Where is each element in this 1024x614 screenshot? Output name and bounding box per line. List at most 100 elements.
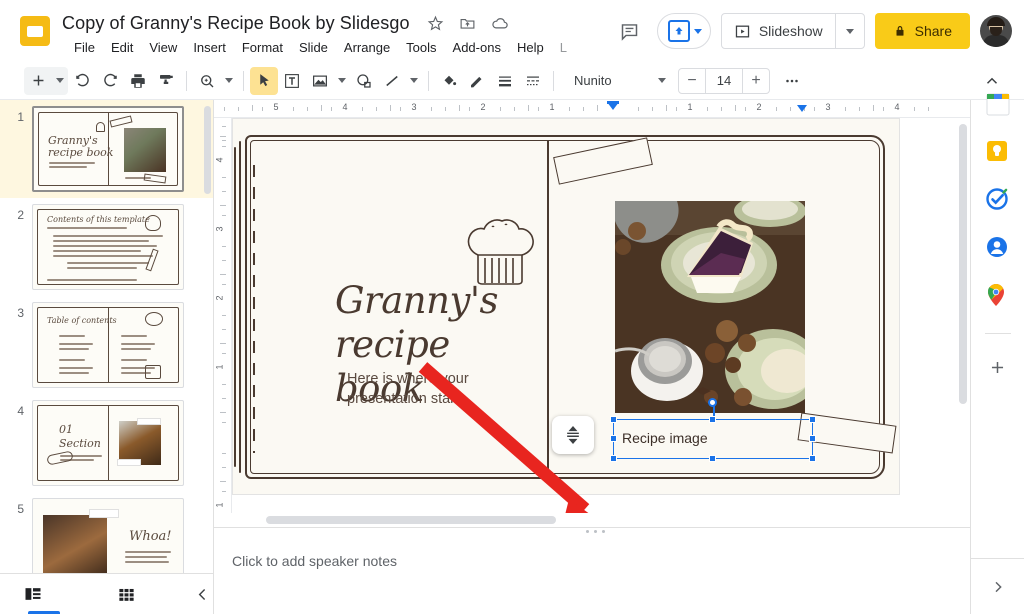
notes-splitter[interactable] [214,527,970,535]
menu-addons[interactable]: Add-ons [445,38,509,57]
cloud-saved-icon[interactable] [491,14,509,32]
resize-handle-w[interactable] [610,435,617,442]
slide-subtitle[interactable]: Here is where your presentation starts [347,369,527,409]
new-slide-button[interactable] [24,67,52,95]
google-calendar-icon[interactable] [985,91,1011,117]
text-box-button[interactable] [278,67,306,95]
menu-insert[interactable]: Insert [185,38,234,57]
resize-handle-n[interactable] [709,416,716,423]
line-button[interactable] [378,67,406,95]
slideshow-dropdown-button[interactable] [836,14,864,48]
menu-view[interactable]: View [141,38,185,57]
new-slide-dropdown[interactable] [52,67,68,95]
horizontal-ruler[interactable]: 5 4 3 2 1 1 2 3 4 [214,100,970,118]
slide-number: 2 [17,208,24,222]
canvas-hscroll[interactable] [266,516,556,524]
menu-format[interactable]: Format [234,38,291,57]
ruler-label: 4 [894,102,900,112]
border-color-button[interactable] [463,67,491,95]
undo-button[interactable] [68,67,96,95]
selected-textbox[interactable]: Recipe image [552,398,816,462]
share-button[interactable]: Share [874,13,970,49]
resize-handle-se[interactable] [809,455,816,462]
resize-handle-e[interactable] [809,435,816,442]
slide-thumbnail[interactable]: 01 Section [32,400,184,486]
menu-last-accessibility[interactable]: L [552,38,575,57]
resize-handle-ne[interactable] [809,416,816,423]
speaker-notes-panel[interactable]: Click to add speaker notes [214,535,1014,614]
collapse-rail-button[interactable] [971,558,1024,614]
speaker-notes-placeholder[interactable]: Click to add speaker notes [232,553,970,569]
current-slide[interactable]: Granny's recipe book Here is where your … [232,118,900,513]
zoom-dropdown[interactable] [221,67,237,95]
border-dash-button[interactable] [519,67,547,95]
slide-thumbnail[interactable]: Table of contents [32,302,184,388]
resize-handle-nw[interactable] [610,416,617,423]
canvas-vscroll-track [956,118,970,513]
menu-file[interactable]: File [66,38,103,57]
filmstrip-slide-2[interactable]: 2 Contents of this template [0,198,213,296]
slide-canvas[interactable]: Granny's recipe book Here is where your … [232,118,970,513]
filmstrip-slide-5[interactable]: 5 Whoa! [0,492,213,573]
comment-icon[interactable] [613,14,647,48]
left-indent-marker[interactable] [607,102,619,110]
add-addon-button[interactable] [985,354,1011,380]
filmstrip-vscroll[interactable] [204,106,211,194]
right-indent-marker[interactable] [797,105,807,112]
font-size-input[interactable]: 14 [705,68,743,93]
slide-filmstrip[interactable]: 1 Granny's recipe book 2 Contents of thi… [0,100,214,573]
present-to-meeting-button[interactable] [656,13,711,49]
rotation-handle[interactable] [708,398,717,407]
canvas-vscroll[interactable] [959,124,967,404]
insert-image-dropdown[interactable] [334,67,350,95]
star-icon[interactable] [427,14,445,32]
filmstrip-view-icon[interactable] [22,574,44,614]
menu-tools[interactable]: Tools [398,38,444,57]
select-tool-button[interactable] [250,66,278,95]
account-avatar[interactable] [980,15,1012,47]
font-family-value: Nunito [574,73,612,88]
document-title[interactable]: Copy of Granny's Recipe Book by Slidesgo [62,13,410,34]
font-size-decrease-button[interactable]: − [679,69,705,93]
resize-handle-s[interactable] [709,455,716,462]
vertical-align-popup[interactable] [552,416,594,454]
shape-button[interactable] [350,67,378,95]
filmstrip-slide-4[interactable]: 4 01 Section [0,394,213,492]
menu-arrange[interactable]: Arrange [336,38,398,57]
font-family-select[interactable]: Nunito [566,68,670,94]
more-options-button[interactable] [778,67,806,95]
google-contacts-icon[interactable] [985,235,1011,261]
menu-edit[interactable]: Edit [103,38,141,57]
google-maps-icon[interactable] [985,283,1011,309]
border-weight-button[interactable] [491,67,519,95]
resize-handle-sw[interactable] [610,455,617,462]
filmstrip-slide-3[interactable]: 3 Table of contents [0,296,213,394]
collapse-filmstrip-button[interactable] [191,574,213,614]
print-button[interactable] [124,67,152,95]
vertical-ruler[interactable]: 4 3 2 1 1 [214,118,232,513]
line-dropdown[interactable] [406,67,422,95]
slides-logo-icon[interactable] [20,16,50,46]
ruler-label: 5 [273,102,279,112]
textbox-text[interactable]: Recipe image [622,430,708,446]
slideshow-button[interactable]: Slideshow [722,14,835,48]
insert-image-button[interactable] [306,67,334,95]
slide-thumbnail[interactable]: Whoa! [32,498,184,573]
notebook-binding-1 [239,141,241,473]
grid-view-icon[interactable] [116,574,138,614]
fill-color-button[interactable] [435,67,463,95]
slide-thumbnail[interactable]: Contents of this template [32,204,184,290]
zoom-button[interactable] [193,67,221,95]
filmstrip-slide-1[interactable]: 1 Granny's recipe book [0,100,213,198]
move-to-folder-icon[interactable] [459,14,477,32]
google-tasks-icon[interactable] [985,187,1011,213]
formatting-toolbar: Nunito − 14 + [0,62,1024,100]
menu-help[interactable]: Help [509,38,552,57]
menu-slide[interactable]: Slide [291,38,336,57]
slide-thumbnail[interactable]: Granny's recipe book [32,106,184,192]
google-keep-icon[interactable] [985,139,1011,165]
font-size-increase-button[interactable]: + [743,69,769,93]
recipe-photo[interactable] [615,201,805,413]
redo-button[interactable] [96,67,124,95]
paint-format-button[interactable] [152,67,180,95]
